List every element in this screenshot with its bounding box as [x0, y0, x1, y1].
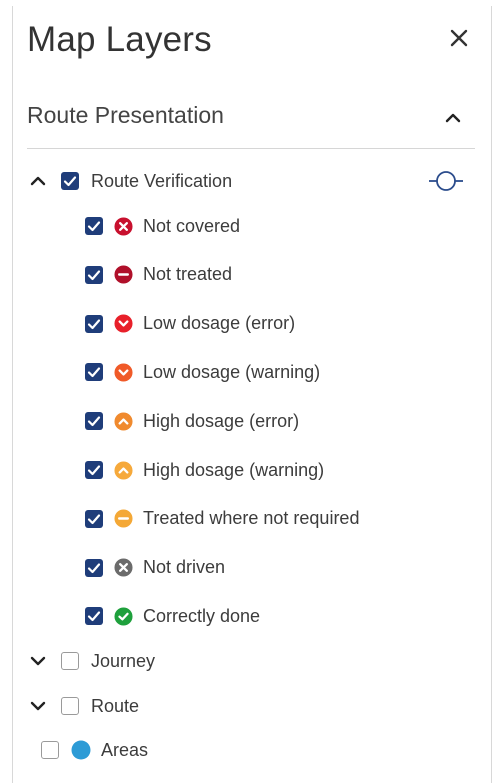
status-label: Low dosage (error): [143, 313, 296, 334]
chevron-down-icon[interactable]: [27, 695, 49, 717]
chevron-up-circle-icon: [114, 460, 133, 480]
status-item-high-dosage-error: High dosage (error): [85, 406, 299, 436]
checkbox-not-driven[interactable]: [85, 558, 103, 577]
status-item-treated-where-not-required: Treated where not required: [85, 504, 359, 534]
layer-label: Areas: [101, 739, 149, 760]
layer-group-route-verification: Route Verification: [27, 166, 232, 196]
panel-title: Map Layers: [27, 20, 212, 59]
status-item-not-treated: Not treated: [85, 260, 232, 290]
x-circle-icon: [114, 216, 133, 236]
checkbox-journey[interactable]: [61, 652, 79, 670]
status-item-high-dosage-warning: High dosage (warning): [85, 455, 324, 485]
chevron-up-icon[interactable]: [441, 106, 465, 130]
status-label: Not treated: [143, 264, 233, 285]
minus-circle-icon: [114, 509, 133, 528]
check-icon: [87, 221, 101, 232]
x-circle-icon: [114, 558, 133, 577]
status-label: High dosage (warning): [143, 459, 325, 480]
divider: [27, 148, 475, 149]
layer-group-route: Route: [27, 691, 139, 721]
check-icon: [87, 465, 101, 476]
chevron-down-icon[interactable]: [27, 650, 49, 672]
circle-icon: [71, 740, 91, 760]
chevron-up-icon[interactable]: [27, 170, 49, 192]
checkbox-route[interactable]: [61, 697, 79, 715]
locate-target-icon[interactable]: [429, 169, 463, 193]
status-label: Not driven: [143, 557, 226, 578]
map-layers-panel: Map Layers Route Presentation Route Veri…: [12, 6, 492, 783]
check-circle-icon: [114, 607, 133, 626]
check-icon: [87, 514, 101, 524]
chevron-up-circle-icon: [114, 412, 133, 431]
status-label: Low dosage (warning): [143, 361, 321, 382]
checkbox-not-treated[interactable]: [85, 265, 103, 284]
status-item-not-driven: Not driven: [85, 553, 225, 583]
layer-label: Route: [91, 695, 140, 716]
check-icon: [87, 270, 101, 280]
check-icon: [87, 611, 101, 622]
check-icon: [87, 318, 101, 329]
check-icon: [63, 176, 77, 187]
status-label: Treated where not required: [143, 508, 360, 529]
areas-color-dot: [71, 740, 91, 760]
chevron-down-circle-icon: [114, 314, 133, 333]
chevron-down-circle-icon: [114, 363, 133, 382]
status-label: Not covered: [143, 215, 241, 236]
checkbox-low-dosage-error[interactable]: [85, 314, 103, 333]
status-item-correctly-done: Correctly done: [85, 601, 260, 631]
layer-areas: Areas: [41, 735, 148, 765]
status-item-low-dosage-error: Low dosage (error): [85, 309, 295, 339]
minus-circle-icon: [114, 265, 133, 284]
checkbox-high-dosage-warning[interactable]: [85, 461, 103, 479]
checkbox-low-dosage-warning[interactable]: [85, 363, 103, 382]
status-item-low-dosage-warning: Low dosage (warning): [85, 357, 320, 387]
check-icon: [87, 416, 101, 427]
check-icon: [87, 562, 101, 573]
checkbox-areas[interactable]: [41, 741, 59, 759]
checkbox-treated-where-not-required[interactable]: [85, 509, 103, 528]
checkbox-correctly-done[interactable]: [85, 607, 103, 626]
section-title: Route Presentation: [27, 102, 224, 128]
layer-group-journey: Journey: [27, 646, 155, 676]
checkbox-route-verification[interactable]: [61, 172, 79, 190]
status-item-not-covered: Not covered: [85, 211, 240, 241]
checkbox-high-dosage-error[interactable]: [85, 412, 103, 431]
checkbox-not-covered[interactable]: [85, 217, 103, 235]
close-icon[interactable]: [443, 22, 475, 54]
status-label: High dosage (error): [143, 410, 300, 431]
status-label: Correctly done: [143, 605, 261, 626]
layer-label: Journey: [91, 650, 156, 671]
check-icon: [87, 367, 101, 378]
layer-label: Route Verification: [91, 170, 233, 191]
